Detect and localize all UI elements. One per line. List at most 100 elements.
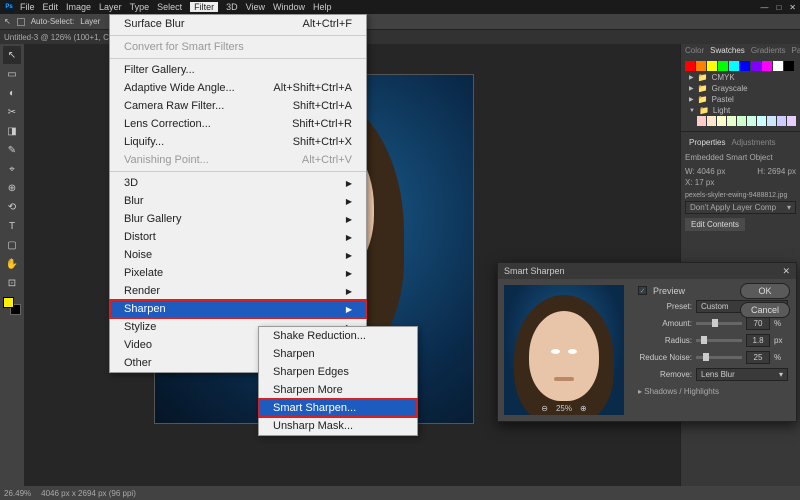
tool-zoom[interactable]: ⊡ <box>3 274 21 292</box>
autoselect-checkbox[interactable] <box>17 18 25 26</box>
folder-grayscale[interactable]: ▶📁Grayscale <box>685 83 796 94</box>
menu-help[interactable]: Help <box>313 2 332 12</box>
menu-item-vanishing-point-[interactable]: Vanishing Point...Alt+Ctrl+V <box>110 151 366 169</box>
folder-pastel[interactable]: ▶📁Pastel <box>685 94 796 105</box>
tab-color[interactable]: Color <box>685 46 704 55</box>
menu-item-convert-for-smart-filters[interactable]: Convert for Smart Filters <box>110 38 366 56</box>
tool-stamp[interactable]: ⟲ <box>3 198 21 216</box>
swatch[interactable] <box>757 116 766 126</box>
swatch[interactable] <box>740 61 750 71</box>
noise-slider[interactable] <box>696 356 742 359</box>
menu-item-surface-blur[interactable]: Surface BlurAlt+Ctrl+F <box>110 15 366 33</box>
dialog-titlebar[interactable]: Smart Sharpen ✕ <box>498 263 796 279</box>
shadows-highlights-toggle[interactable]: ▸ Shadows / Highlights <box>638 387 788 396</box>
tool-heal[interactable]: ⌖ <box>3 160 21 178</box>
menu-item-liquify-[interactable]: Liquify...Shift+Ctrl+X <box>110 133 366 151</box>
tool-crop[interactable]: ✂ <box>3 103 21 121</box>
tool-shape[interactable]: ▢ <box>3 236 21 254</box>
ok-button[interactable]: OK <box>740 283 790 299</box>
submenu-item-unsharp-mask-[interactable]: Unsharp Mask... <box>259 417 417 435</box>
menu-item-sharpen[interactable]: Sharpen▶ <box>110 300 366 318</box>
menu-window[interactable]: Window <box>273 2 305 12</box>
autoselect-dropdown[interactable]: Layer <box>80 17 100 26</box>
tool-hand[interactable]: ✋ <box>3 255 21 273</box>
tool-marquee[interactable]: ▭ <box>3 65 21 83</box>
folder-light[interactable]: ▼📁Light <box>685 105 796 116</box>
swatch[interactable] <box>717 116 726 126</box>
preview-checkbox[interactable]: ✓ <box>638 286 647 295</box>
foreground-color[interactable] <box>3 297 14 308</box>
swatch[interactable] <box>696 61 706 71</box>
submenu-item-sharpen-more[interactable]: Sharpen More <box>259 381 417 399</box>
tool-frame[interactable]: ◨ <box>3 122 21 140</box>
dialog-close-icon[interactable]: ✕ <box>782 266 790 277</box>
swatch[interactable] <box>685 61 695 71</box>
menu-file[interactable]: File <box>20 2 35 12</box>
submenu-item-smart-sharpen-[interactable]: Smart Sharpen... <box>259 399 417 417</box>
zoom-out-icon[interactable]: ⊖ <box>541 404 548 413</box>
swatch[interactable] <box>784 61 794 71</box>
swatch[interactable] <box>707 116 716 126</box>
tab-gradients[interactable]: Gradients <box>751 46 786 55</box>
menu-filter[interactable]: Filter <box>190 2 218 12</box>
edit-contents-button[interactable]: Edit Contents <box>685 218 745 231</box>
menu-item-distort[interactable]: Distort▶ <box>110 228 366 246</box>
menu-item-render[interactable]: Render▶ <box>110 282 366 300</box>
swatch[interactable] <box>747 116 756 126</box>
maximize-button[interactable]: □ <box>776 3 781 12</box>
amount-slider[interactable] <box>696 322 742 325</box>
submenu-item-sharpen[interactable]: Sharpen <box>259 345 417 363</box>
menu-item-pixelate[interactable]: Pixelate▶ <box>110 264 366 282</box>
zoom-in-icon[interactable]: ⊕ <box>580 404 587 413</box>
menu-item-filter-gallery-[interactable]: Filter Gallery... <box>110 61 366 79</box>
swatch[interactable] <box>787 116 796 126</box>
tab-properties[interactable]: Properties <box>689 138 725 147</box>
noise-value[interactable]: 25 <box>746 351 770 364</box>
swatch[interactable] <box>751 61 761 71</box>
swatch[interactable] <box>729 61 739 71</box>
menu-item-blur[interactable]: Blur▶ <box>110 192 366 210</box>
tool-lasso[interactable]: ◐ <box>3 84 21 102</box>
menu-item-3d[interactable]: 3D▶ <box>110 174 366 192</box>
swatch[interactable] <box>718 61 728 71</box>
tool-move[interactable]: ↖ <box>3 46 21 64</box>
swatch[interactable] <box>777 116 786 126</box>
menu-edit[interactable]: Edit <box>43 2 59 12</box>
swatch[interactable] <box>737 116 746 126</box>
menu-type[interactable]: Type <box>130 2 150 12</box>
submenu-item-sharpen-edges[interactable]: Sharpen Edges <box>259 363 417 381</box>
menu-image[interactable]: Image <box>66 2 91 12</box>
menu-view[interactable]: View <box>246 2 265 12</box>
menu-item-camera-raw-filter-[interactable]: Camera Raw Filter...Shift+Ctrl+A <box>110 97 366 115</box>
menu-3d[interactable]: 3D <box>226 2 238 12</box>
amount-value[interactable]: 70 <box>746 317 770 330</box>
tab-patterns[interactable]: Patterns <box>792 46 800 55</box>
swatch[interactable] <box>767 116 776 126</box>
folder-cmyk[interactable]: ▶📁CMYK <box>685 72 796 83</box>
menu-layer[interactable]: Layer <box>99 2 122 12</box>
color-swatches[interactable] <box>3 297 21 315</box>
menu-item-blur-gallery[interactable]: Blur Gallery▶ <box>110 210 366 228</box>
remove-dropdown[interactable]: Lens Blur▾ <box>696 368 788 381</box>
minimize-button[interactable]: — <box>760 3 768 12</box>
swatch[interactable] <box>707 61 717 71</box>
cancel-button[interactable]: Cancel <box>740 302 790 318</box>
swatch[interactable] <box>762 61 772 71</box>
radius-value[interactable]: 1.8 <box>746 334 770 347</box>
tool-eyedropper[interactable]: ✎ <box>3 141 21 159</box>
submenu-item-shake-reduction-[interactable]: Shake Reduction... <box>259 327 417 345</box>
menu-item-noise[interactable]: Noise▶ <box>110 246 366 264</box>
swatch[interactable] <box>727 116 736 126</box>
menu-item-lens-correction-[interactable]: Lens Correction...Shift+Ctrl+R <box>110 115 366 133</box>
tool-brush[interactable]: ⊕ <box>3 179 21 197</box>
close-button[interactable]: ✕ <box>789 3 796 12</box>
menu-select[interactable]: Select <box>157 2 182 12</box>
tab-swatches[interactable]: Swatches <box>710 46 745 55</box>
status-zoom[interactable]: 26.49% <box>4 489 31 498</box>
menu-item-adaptive-wide-angle-[interactable]: Adaptive Wide Angle...Alt+Shift+Ctrl+A <box>110 79 366 97</box>
radius-slider[interactable] <box>696 339 742 342</box>
swatch[interactable] <box>697 116 706 126</box>
tab-adjustments[interactable]: Adjustments <box>731 138 775 147</box>
tool-type[interactable]: T <box>3 217 21 235</box>
layer-comp-dropdown[interactable]: Don't Apply Layer Comp▾ <box>685 201 796 214</box>
